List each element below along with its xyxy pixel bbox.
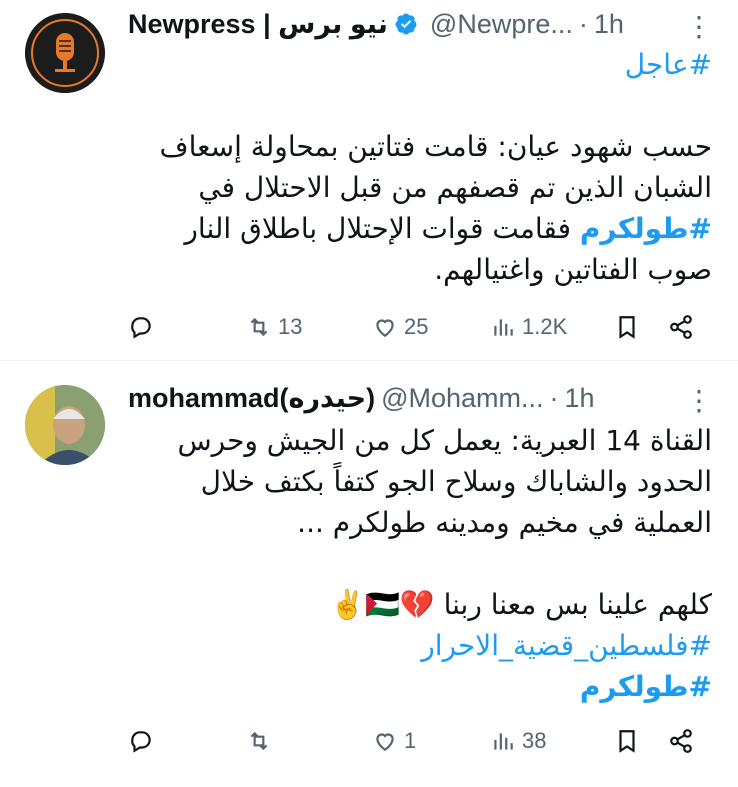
bookmark-button[interactable] bbox=[614, 314, 646, 340]
text-line: صوب الفتاتين واغتيالهم. bbox=[434, 253, 712, 286]
separator-dot: · bbox=[549, 382, 559, 413]
more-icon[interactable]: ⋮ bbox=[685, 10, 714, 43]
views-button[interactable]: 38 bbox=[490, 728, 546, 754]
views-icon bbox=[494, 733, 513, 750]
separator-dot: · bbox=[578, 8, 588, 39]
profile-photo bbox=[25, 385, 105, 465]
bookmark-button[interactable] bbox=[614, 728, 646, 754]
retweet-button[interactable] bbox=[246, 728, 278, 754]
hashtag-link[interactable]: #طولكرم bbox=[177, 666, 712, 707]
reply-icon bbox=[131, 317, 151, 339]
more-icon[interactable]: ⋮ bbox=[685, 384, 714, 417]
verified-icon bbox=[394, 12, 418, 36]
author-name[interactable]: mohammad(حيدره) bbox=[128, 383, 375, 414]
share-button[interactable] bbox=[668, 314, 700, 340]
bookmark-icon bbox=[619, 730, 635, 753]
like-count: 1 bbox=[404, 728, 417, 753]
text-line: كلهم علينا بس معنا ربنا 💔🇵🇸✌️ bbox=[330, 588, 712, 621]
text-line: حسب شهود عيان: قامت فتاتين بمحاولة إسعاف bbox=[159, 130, 712, 163]
tweet-header: mohammad(حيدره) @Mohamm... · 1h bbox=[128, 380, 718, 416]
author-name[interactable]: Newpress | نيو برس bbox=[128, 9, 388, 40]
views-count: 38 bbox=[522, 728, 547, 753]
author-handle[interactable]: @Mohamm... bbox=[381, 383, 543, 414]
action-bar: 1 38 bbox=[128, 726, 708, 756]
reply-icon bbox=[131, 731, 151, 753]
reply-button[interactable] bbox=[128, 314, 160, 340]
action-bar: 13 25 1.2K bbox=[128, 312, 708, 342]
like-icon bbox=[376, 733, 394, 751]
retweet-count: 13 bbox=[278, 314, 303, 339]
like-icon bbox=[376, 319, 394, 337]
hashtag-link[interactable]: #فلسطين_قضية_الاحرار bbox=[177, 625, 712, 666]
timestamp[interactable]: 1h bbox=[594, 9, 624, 40]
avatar[interactable] bbox=[25, 13, 105, 93]
like-button[interactable]: 25 bbox=[372, 314, 428, 340]
views-count: 1.2K bbox=[522, 314, 568, 339]
hashtag-link[interactable]: #عاجل bbox=[160, 44, 712, 85]
share-icon bbox=[670, 315, 692, 339]
bookmark-icon bbox=[619, 316, 635, 339]
text-line: #طولكرم فقامت قوات الإحتلال باطلاق النار bbox=[184, 212, 712, 245]
tweet-text: القناة 14 العبرية: يعمل كل من الجيش وحرس… bbox=[177, 420, 712, 707]
tweet-header: Newpress | نيو برس @Newpre... · 1h bbox=[128, 6, 718, 42]
like-count: 25 bbox=[404, 314, 429, 339]
tweet-text: #عاجل حسب شهود عيان: قامت فتاتين بمحاولة… bbox=[160, 44, 712, 290]
retweet-icon bbox=[250, 731, 268, 751]
reply-button[interactable] bbox=[128, 728, 160, 754]
views-button[interactable]: 1.2K bbox=[490, 314, 567, 340]
newpress-logo bbox=[25, 13, 105, 93]
text-line: العملية في مخيم ومدينه طولكرم ... bbox=[297, 506, 712, 539]
retweet-button[interactable]: 13 bbox=[246, 314, 302, 340]
divider bbox=[0, 360, 738, 361]
avatar[interactable] bbox=[25, 385, 105, 465]
tweet[interactable]: Newpress | نيو برس @Newpre... · 1h ⋮ #عا… bbox=[0, 0, 738, 360]
author-handle[interactable]: @Newpre... bbox=[430, 9, 573, 40]
text-line: القناة 14 العبرية: يعمل كل من الجيش وحرس bbox=[177, 424, 712, 457]
views-icon bbox=[494, 319, 513, 336]
timestamp[interactable]: 1h bbox=[565, 383, 595, 414]
share-button[interactable] bbox=[668, 728, 700, 754]
share-icon bbox=[670, 729, 692, 753]
hashtag-link[interactable]: #طولكرم bbox=[580, 212, 712, 245]
like-button[interactable]: 1 bbox=[372, 728, 416, 754]
text-line: الحدود والشاباك وسلاح الجو كتفاً بكتف خل… bbox=[200, 465, 712, 498]
text-line: الشبان الذين تم قصفهم من قبل الاحتلال في bbox=[198, 171, 712, 204]
retweet-icon bbox=[250, 317, 268, 337]
